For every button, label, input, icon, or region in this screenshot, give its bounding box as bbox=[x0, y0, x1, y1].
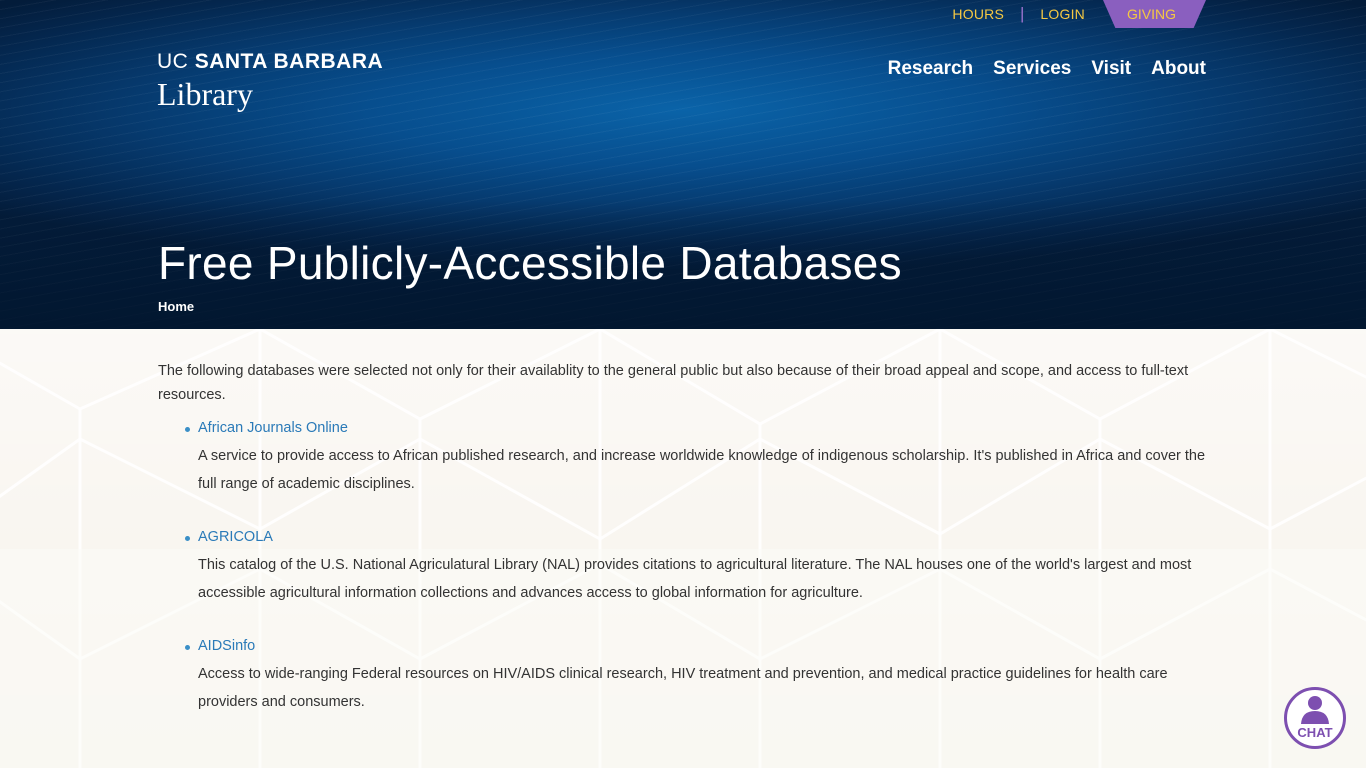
logo-santa-barbara: SANTA BARBARA bbox=[194, 50, 384, 73]
database-link-aidsinfo[interactable]: AIDSinfo bbox=[198, 638, 255, 654]
library-logo[interactable]: UC SANTA BARBARA Library bbox=[157, 50, 383, 113]
nav-services[interactable]: Services bbox=[993, 58, 1071, 80]
hours-link[interactable]: HOURS bbox=[940, 6, 1016, 22]
chat-widget-button[interactable]: CHAT bbox=[1284, 687, 1346, 749]
logo-library: Library bbox=[157, 76, 253, 112]
database-description: A service to provide access to African p… bbox=[198, 448, 1206, 492]
logo-university: UC SANTA BARBARA bbox=[157, 50, 383, 74]
main-nav: Research Services Visit About bbox=[888, 58, 1206, 80]
breadcrumb-home[interactable]: Home bbox=[158, 299, 194, 314]
nav-visit[interactable]: Visit bbox=[1091, 58, 1131, 80]
main-content: The following databases were selected no… bbox=[0, 329, 1366, 768]
logo-uc: UC bbox=[157, 50, 189, 73]
database-link-agricola[interactable]: AGRICOLA bbox=[198, 529, 273, 545]
intro-text: The following databases were selected no… bbox=[158, 363, 1189, 403]
nav-research[interactable]: Research bbox=[888, 58, 974, 80]
giving-link[interactable]: GIVING bbox=[1102, 0, 1206, 28]
database-link-african-journals-online[interactable]: African Journals Online bbox=[198, 420, 348, 436]
utility-separator: | bbox=[1019, 4, 1025, 23]
chat-label: CHAT bbox=[1297, 725, 1333, 740]
hero-header: HOURS | LOGIN GIVING UC SANTA BARBARA Li… bbox=[0, 0, 1366, 329]
database-description: Access to wide-ranging Federal resources… bbox=[198, 666, 1168, 710]
list-item: AIDSinfo Access to wide-ranging Federal … bbox=[185, 635, 1208, 716]
login-link[interactable]: LOGIN bbox=[1028, 6, 1097, 22]
database-description: This catalog of the U.S. National Agricu… bbox=[198, 557, 1192, 601]
person-icon bbox=[1301, 696, 1329, 724]
nav-about[interactable]: About bbox=[1151, 58, 1206, 80]
content-inner: The following databases were selected no… bbox=[0, 329, 1366, 716]
list-item: African Journals Online A service to pro… bbox=[185, 417, 1208, 498]
list-item: AGRICOLA This catalog of the U.S. Nation… bbox=[185, 526, 1208, 607]
database-list: African Journals Online A service to pro… bbox=[158, 417, 1208, 716]
page-title: Free Publicly-Accessible Databases bbox=[158, 237, 902, 289]
utility-nav: HOURS | LOGIN GIVING bbox=[940, 0, 1206, 28]
